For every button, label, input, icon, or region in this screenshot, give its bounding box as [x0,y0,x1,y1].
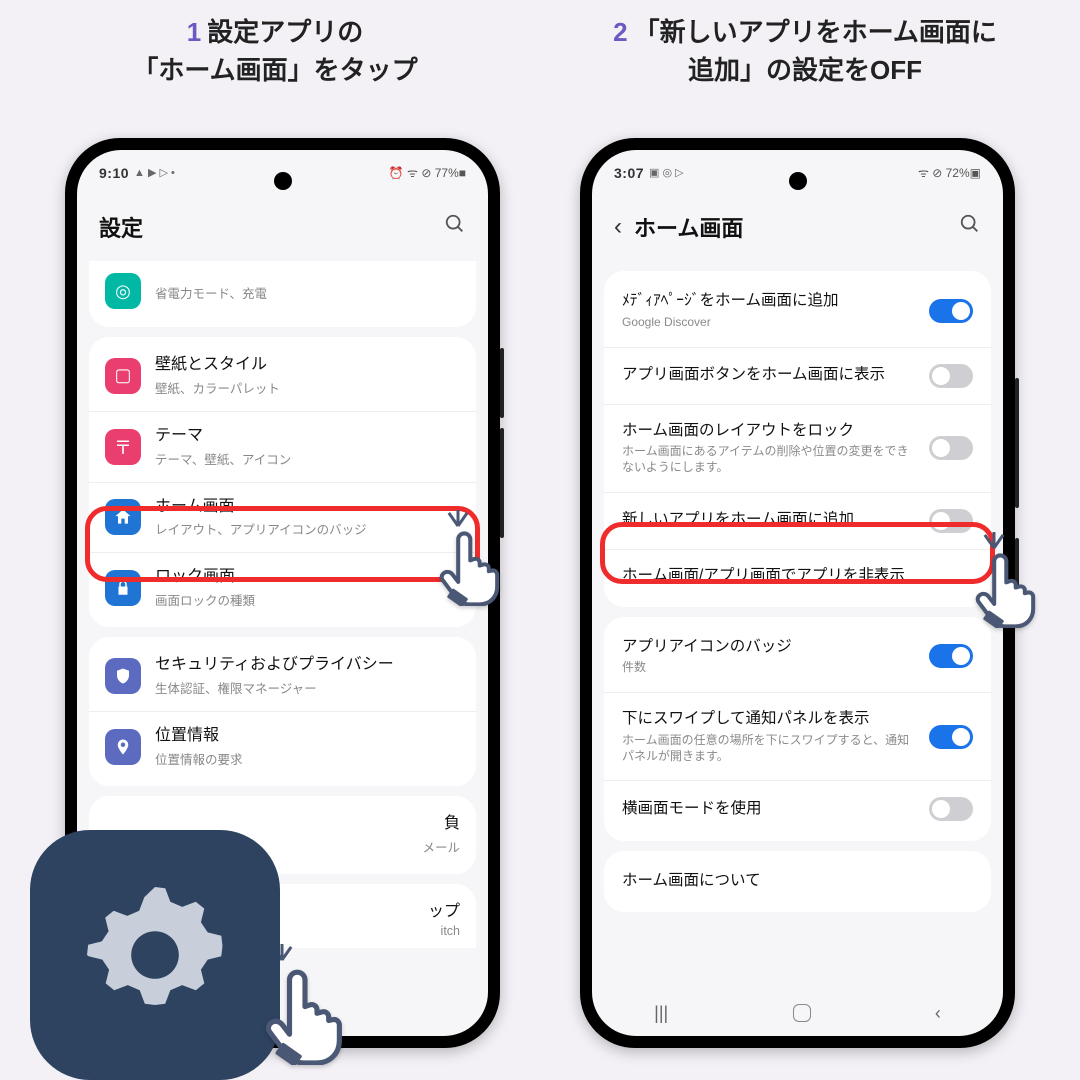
battery-icon: ◎ [105,273,141,309]
side-button [500,428,504,538]
settings-row-location[interactable]: 位置情報 位置情報の要求 [89,711,476,782]
status-time: 3:07 [614,165,644,181]
row-title: ﾒﾃﾞｨｱﾍﾟｰｼﾞをホーム画面に追加 [622,291,919,312]
lock-icon [105,570,141,606]
camera-hole [274,172,292,190]
settings-row-lock[interactable]: ロック画面 画面ロックの種類 [89,552,476,623]
camera-hole [789,172,807,190]
side-button [1015,378,1019,508]
row-title: 位置情報 [155,726,460,747]
step1-caption: 1設定アプリの 「ホーム画面」をタップ [40,14,510,89]
search-icon[interactable] [959,213,981,241]
row-sub: 位置情報の要求 [155,749,460,768]
row-title: アプリアイコンのバッジ [622,637,919,658]
row-title: アプリ画面ボタンをホーム画面に表示 [622,365,919,386]
row-sub: 件数 [622,660,919,676]
switch-row-swipe-notif[interactable]: 下にスワイプして通知パネルを表示 ホーム画面の任意の場所を下にスワイプすると、通… [604,692,991,780]
row-title: ホーム画面について [622,871,963,892]
toggle[interactable] [929,725,973,749]
page-title: ホーム画面 [634,211,743,243]
row-sub: Google Discover [622,315,919,331]
switch-row-lock-layout[interactable]: ホーム画面のレイアウトをロック ホーム画面にあるアイテムの削除や位置の変更をでき… [604,404,991,492]
nav-bar: ||| ‹ [592,990,1003,1036]
status-left-icons: ▲ ▶ ▷ • [134,166,175,179]
settings-row-security[interactable]: セキュリティおよびプライバシー 生体認証、権限マネージャー [89,641,476,711]
row-title: セキュリティおよびプライバシー [155,655,460,676]
status-left-icons: ▣ ◎ ▷ [649,166,684,179]
row-about-home[interactable]: ホーム画面について [604,855,991,908]
row-sub: テーマ、壁紙、アイコン [155,449,460,468]
status-right-icons: ᯤ ⊘ 72%▣ [918,164,981,181]
row-title: テーマ [155,426,460,447]
settings-row-home[interactable]: ホーム画面 レイアウト、アプリアイコンのバッジ [89,482,476,553]
toggle[interactable] [929,797,973,821]
step1-text: 設定アプリの 「ホーム画面」をタップ [132,17,417,85]
back-icon[interactable]: ‹ [614,213,622,241]
row-title: 横画面モードを使用 [622,799,919,820]
row-title: ホーム画面/アプリ画面でアプリを非表示 [622,566,963,587]
settings-row-battery[interactable]: ◎ 省電力モード、充電 [89,265,476,323]
row-sub: ホーム画面の任意の場所を下にスワイプすると、通知パネルが開きます。 [622,733,919,764]
status-right-icons: ⏰ ᯤ ⊘ 77%■ [389,164,466,181]
wallpaper-icon: ▢ [105,358,141,394]
switch-row-hide-apps[interactable]: ホーム画面/アプリ画面でアプリを非表示 [604,549,991,603]
switch-row-app-button[interactable]: アプリ画面ボタンをホーム画面に表示 [604,347,991,404]
row-title: ホーム画面のレイアウトをロック [622,421,919,442]
row-title: 壁紙とスタイル [155,355,460,376]
step2-text: 「新しいアプリをホーム画面に 追加」の設定をOFF [634,17,997,85]
row-sub: 壁紙、カラーパレット [155,378,460,397]
step1-number: 1 [187,17,201,47]
side-button [1015,538,1019,608]
row-title: 下にスワイプして通知パネルを表示 [622,709,919,730]
side-button [500,348,504,418]
shield-icon [105,658,141,694]
toggle[interactable] [929,509,973,533]
switch-row-add-new-apps[interactable]: 新しいアプリをホーム画面に追加 [604,492,991,549]
row-sub: 生体認証、権限マネージャー [155,678,460,697]
themes-icon: 〒 [105,429,141,465]
location-icon [105,729,141,765]
row-sub: ホーム画面にあるアイテムの削除や位置の変更をできないようにします。 [622,444,919,475]
step2-caption: 2「新しいアプリをホーム画面に 追加」の設定をOFF [570,14,1040,89]
step2-number: 2 [613,17,627,47]
phone2-screen: 3:07 ▣ ◎ ▷ ᯤ ⊘ 72%▣ ‹ ホーム画面 ﾒﾃﾞｨｱﾍﾟｰｼﾞをホ… [592,150,1003,1036]
toggle[interactable] [929,364,973,388]
toggle[interactable] [929,299,973,323]
home-settings-header: ‹ ホーム画面 [592,185,1003,261]
nav-recents-icon[interactable]: ||| [654,1003,668,1024]
row-sub: 画面ロックの種類 [155,590,460,609]
page-title: 設定 [99,211,143,243]
toggle[interactable] [929,644,973,668]
row-title: 新しいアプリをホーム画面に追加 [622,510,919,531]
settings-row-wallpaper[interactable]: ▢ 壁紙とスタイル 壁紙、カラーパレット [89,341,476,411]
row-sub: レイアウト、アプリアイコンのバッジ [155,519,460,538]
row-title: ロック画面 [155,567,460,588]
phone-2: 3:07 ▣ ◎ ▷ ᯤ ⊘ 72%▣ ‹ ホーム画面 ﾒﾃﾞｨｱﾍﾟｰｼﾞをホ… [580,138,1015,1048]
home-icon [105,499,141,535]
settings-app-icon [30,830,280,1080]
status-time: 9:10 [99,165,129,181]
settings-row-themes[interactable]: 〒 テーマ テーマ、壁紙、アイコン [89,411,476,482]
nav-back-icon[interactable]: ‹ [935,1003,941,1024]
switch-row-landscape[interactable]: 横画面モードを使用 [604,780,991,837]
nav-home-icon[interactable] [793,1004,811,1022]
row-sub: 省電力モード、充電 [155,283,460,302]
switch-row-media-page[interactable]: ﾒﾃﾞｨｱﾍﾟｰｼﾞをホーム画面に追加 Google Discover [604,275,991,347]
row-title: ホーム画面 [155,497,460,518]
settings-header: 設定 [77,185,488,261]
switch-row-badge[interactable]: アプリアイコンのバッジ 件数 [604,621,991,693]
search-icon[interactable] [444,213,466,241]
toggle[interactable] [929,436,973,460]
